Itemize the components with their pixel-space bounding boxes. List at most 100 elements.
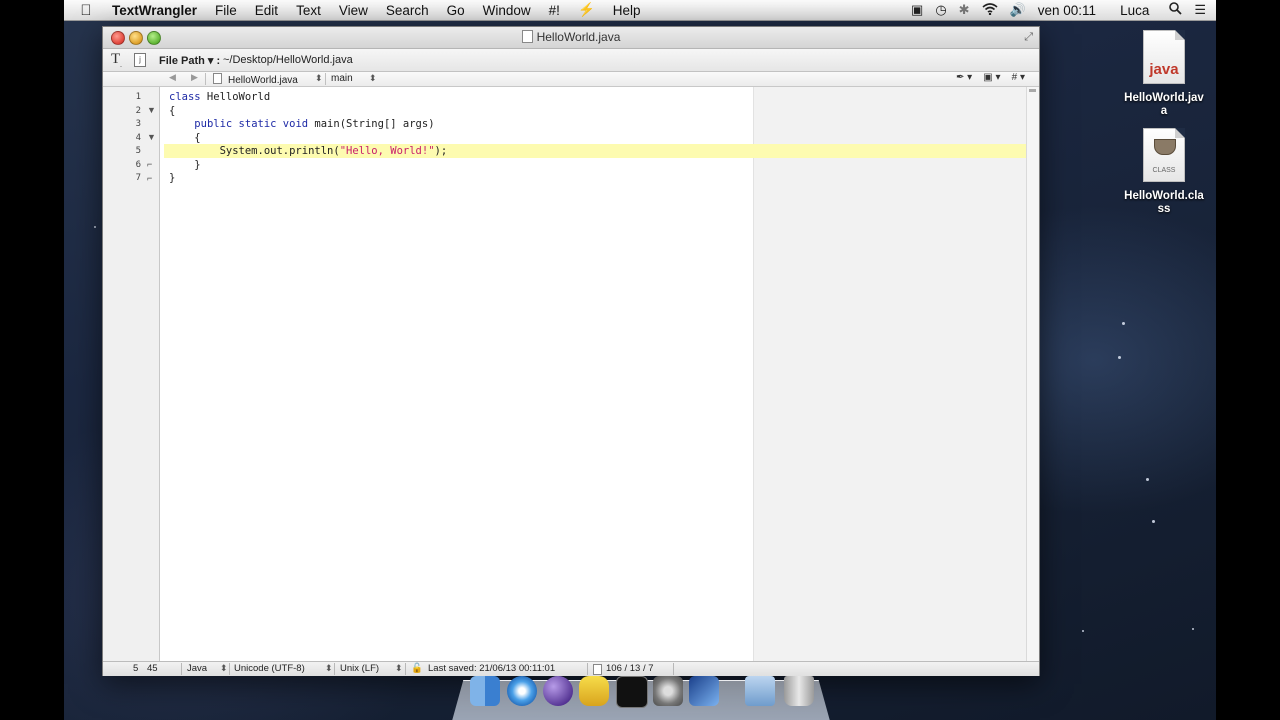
star — [94, 226, 96, 228]
file-type-icon[interactable]: j — [134, 53, 146, 67]
line-number: 5 — [135, 146, 141, 156]
java-file-icon: java — [1143, 30, 1185, 84]
imovie-icon[interactable] — [689, 676, 719, 706]
document-stats: 106 / 13 / 7 — [606, 663, 654, 674]
window-title-text: HelloWorld.java — [536, 30, 621, 44]
bluetooth-icon[interactable]: ✱ — [959, 2, 970, 18]
encoding-popup[interactable]: Unicode (UTF-8) — [234, 663, 305, 674]
marker-popup-icon[interactable]: ✒ ▾ — [956, 72, 972, 83]
code-text: System.out.println( — [169, 145, 340, 157]
keyword: class — [169, 91, 201, 103]
code-line-5: System.out.println("Hello, World!"); — [169, 144, 448, 158]
menu-help[interactable]: Help — [604, 3, 650, 18]
menu-view[interactable]: View — [330, 3, 377, 18]
notification-center-icon[interactable]: ☰ — [1194, 2, 1206, 18]
eclipse-icon[interactable] — [543, 676, 573, 706]
back-arrow-icon[interactable]: ◀ — [169, 72, 176, 83]
desktop-file-label: HelloWorld.class — [1124, 190, 1204, 215]
path-bar: T. j File Path ▾ : ~/Desktop/HelloWorld.… — [103, 49, 1039, 72]
safari-icon[interactable] — [507, 676, 537, 706]
line-number-gutter: 1 2 3 4 5 6 7 ▼ ▼ ⌐ ⌐ — [103, 87, 160, 661]
window-title: HelloWorld.java — [103, 30, 1039, 44]
page-fold — [1175, 30, 1185, 40]
forward-arrow-icon[interactable]: ▶ — [191, 72, 198, 83]
menu-text[interactable]: Text — [287, 3, 330, 18]
line-endings-popup[interactable]: Unix (LF) — [340, 663, 379, 674]
code-text: ); — [434, 145, 448, 157]
desktop-file-label: HelloWorld.java — [1124, 92, 1204, 117]
textwrangler-icon[interactable] — [579, 676, 609, 706]
function-popup[interactable]: main — [331, 73, 353, 84]
navigation-bar: ◀ ▶ HelloWorld.java ⬍ main ⬍ ✒ ▾ ▣ ▾ # ▾ — [103, 72, 1039, 87]
code-line-1: class HelloWorld — [169, 90, 270, 104]
code-text: HelloWorld — [200, 91, 271, 103]
terminal-icon[interactable] — [616, 676, 648, 708]
fold-end-icon[interactable]: ⌐ — [147, 173, 152, 183]
menu-go[interactable]: Go — [438, 3, 474, 18]
page-guide-area — [753, 87, 1026, 661]
star — [1146, 478, 1149, 481]
counterpart-popup-icon[interactable]: ▣ ▾ — [983, 72, 1000, 83]
fold-end-icon[interactable]: ⌐ — [147, 159, 152, 169]
keyword: public static void — [194, 118, 309, 130]
apple-menu-icon[interactable]:  — [72, 2, 100, 19]
editor-window: HelloWorld.java ⤢ T. j File Path ▾ : ~/D… — [102, 26, 1040, 676]
fold-open-icon[interactable]: ▼ — [147, 105, 156, 115]
star — [1122, 322, 1125, 325]
language-popup-arrows-icon: ⬍ — [220, 663, 228, 673]
wifi-icon[interactable] — [982, 2, 998, 18]
menu-window[interactable]: Window — [474, 3, 540, 18]
facetime-camera-icon[interactable]: ▣ — [911, 2, 923, 18]
star — [1118, 356, 1121, 359]
divider — [587, 663, 588, 675]
time-machine-icon[interactable]: ◷ — [935, 2, 946, 18]
desktop-file-helloworld-java[interactable]: java HelloWorld.java — [1118, 30, 1210, 118]
menu-file[interactable]: File — [206, 3, 246, 18]
spotlight-search-icon[interactable] — [1169, 2, 1182, 18]
document-popup[interactable]: HelloWorld.java — [213, 73, 298, 86]
divider — [229, 663, 230, 675]
finder-icon[interactable] — [470, 676, 500, 706]
divider — [181, 663, 182, 675]
document-popup-label: HelloWorld.java — [228, 75, 298, 86]
fold-open-icon[interactable]: ▼ — [147, 132, 156, 142]
star — [1192, 628, 1194, 630]
code-text: main(String[] args) — [308, 118, 435, 130]
downloads-icon[interactable] — [745, 676, 775, 706]
text-editor[interactable]: class HelloWorld { public static void ma… — [160, 87, 1026, 661]
shebang-popup-icon[interactable]: # ▾ — [1012, 72, 1025, 83]
clock[interactable]: ven 00:11 — [1038, 3, 1096, 18]
volume-icon[interactable]: 🔊 — [1010, 2, 1026, 18]
system-preferences-icon[interactable] — [653, 676, 683, 706]
language-popup[interactable]: Java — [187, 663, 207, 674]
file-path-popup[interactable]: File Path ▾ : — [159, 54, 220, 67]
menu-scripts-icon[interactable]: ⚡ — [569, 2, 604, 18]
menu-edit[interactable]: Edit — [246, 3, 287, 18]
divider — [673, 663, 674, 675]
divider — [334, 663, 335, 675]
cursor-column: 45 — [147, 663, 158, 674]
fullscreen-icon[interactable]: ⤢ — [1024, 31, 1033, 44]
desktop-file-helloworld-class[interactable]: CLASS HelloWorld.class — [1118, 128, 1210, 216]
menu-shebang[interactable]: #! — [540, 3, 569, 18]
star — [1152, 520, 1155, 523]
vertical-scrollbar[interactable] — [1026, 87, 1038, 661]
cursor-line: 5 — [133, 663, 139, 674]
text-options-icon[interactable]: T. — [111, 51, 122, 69]
divider — [325, 73, 326, 85]
divider — [205, 73, 206, 85]
lock-icon[interactable]: 🔓 — [411, 663, 423, 674]
user-menu[interactable]: Luca — [1120, 3, 1149, 18]
code-line-2: { — [169, 105, 176, 117]
menu-bar:  TextWrangler File Edit Text View Searc… — [64, 0, 1216, 21]
scrollbar-thumb[interactable] — [1029, 89, 1036, 92]
line-endings-popup-arrows-icon: ⬍ — [395, 663, 403, 673]
code-line-4: { — [169, 132, 201, 144]
line-number: 2 — [135, 106, 141, 116]
menu-search[interactable]: Search — [377, 3, 438, 18]
app-menu[interactable]: TextWrangler — [100, 3, 206, 18]
line-number: 4 — [135, 133, 141, 143]
trash-icon[interactable] — [784, 676, 814, 706]
title-bar[interactable]: HelloWorld.java ⤢ — [103, 27, 1039, 49]
